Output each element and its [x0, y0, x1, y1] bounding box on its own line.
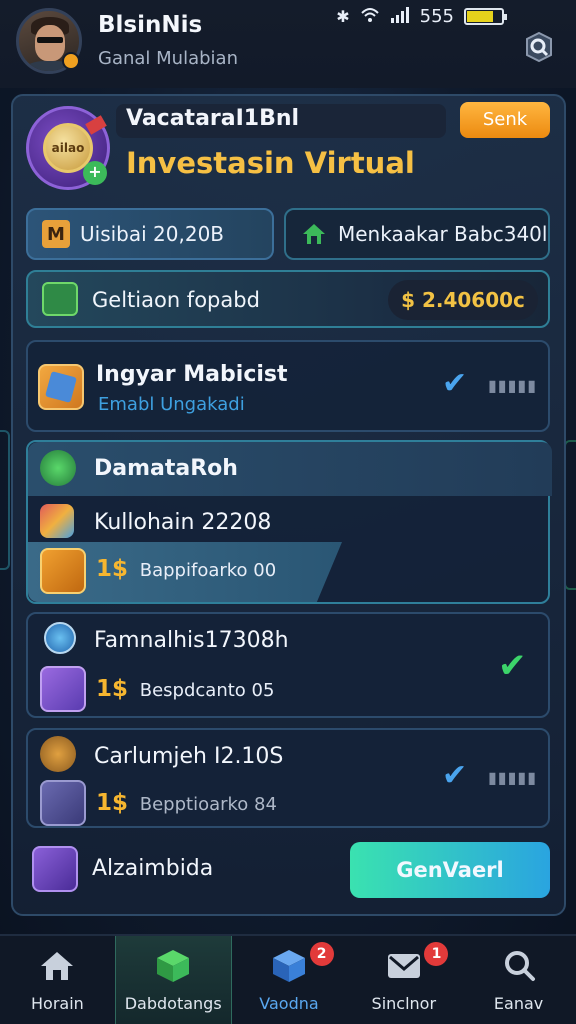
list-item[interactable]: Ingyar Mabicist Emabl Ungakadi ✔ ▮▮▮▮▮ [26, 340, 550, 432]
footer-label: Alzaimbida [92, 856, 214, 881]
battery-icon [464, 8, 507, 25]
home-icon [37, 948, 77, 984]
plus-icon: + [83, 161, 107, 185]
check-icon: ✔ [498, 646, 527, 686]
box-icon [40, 548, 86, 594]
gem-icon [40, 450, 76, 486]
signal-bars-icon: ▮▮▮▮▮ [488, 768, 538, 787]
balance-row[interactable]: Geltiaon fopabd $ 2.40600c [26, 270, 550, 328]
check-icon: ✔ [442, 758, 468, 793]
nav-item-box[interactable]: 2 Vaodna [232, 936, 347, 1024]
nav-item-search[interactable]: Eanav [461, 936, 576, 1024]
item-price: 1$ [96, 556, 129, 582]
send-button[interactable]: Senk [460, 102, 550, 138]
chart-m-icon: M [42, 220, 70, 248]
stack-icon [32, 846, 78, 892]
balance-amount: $ 2.40600c [388, 280, 538, 320]
layers-icon [40, 780, 86, 826]
nav-item-mail[interactable]: 1 Sinclnor [346, 936, 461, 1024]
bottom-nav: Horain Dabdotangs 2 Vaodna 1 Sinclnor Ea… [0, 934, 576, 1024]
nav-label: Horain [31, 994, 84, 1013]
house-up-icon [300, 220, 328, 248]
list-item[interactable]: Famnalhis‌17308h 1$ Bespdcanto 05 ✔ [26, 612, 550, 718]
stat-right-text: Menkaakar Bab‌c340l [338, 222, 548, 246]
gears-icon [40, 736, 76, 772]
wallet-icon [42, 282, 78, 316]
battery-text: 555 [419, 6, 454, 27]
nav-label: Dabdotangs [124, 994, 222, 1013]
stat-left-text: Uisibai 20,20B [80, 222, 225, 246]
globe-icon [44, 622, 76, 654]
avatar-status-badge [62, 52, 80, 70]
stat-left[interactable]: M Uisibai 20,20B [26, 208, 274, 260]
app-subtitle: Ganal Mulabian [98, 48, 238, 69]
list-item[interactable]: Carlumjeh I2.10S 1$ Bepptioarko 84 ✔ ▮▮▮… [26, 728, 550, 828]
item-subtitle: Emabl Ungakadi [98, 394, 245, 415]
stat-right[interactable]: Menkaakar Bab‌c340l [284, 208, 550, 260]
notification-badge: 2 [309, 942, 334, 966]
list-item[interactable]: DamataRoh Kullohain 22208 1$ Bappifoarko… [26, 440, 552, 604]
notification-badge: 1 [424, 942, 449, 966]
app-header: BlsinNis Ganal Mulabian ✱ 555 [0, 0, 576, 88]
item-price: 1$ [96, 676, 129, 702]
wifi-icon [360, 7, 380, 27]
card-headline: Investasin Virtual [126, 146, 415, 180]
circuit-line-left [0, 430, 10, 570]
item-title: Famnalhis‌17308h [94, 628, 289, 653]
puzzle-icon [40, 504, 74, 538]
search-icon[interactable] [522, 30, 556, 64]
nav-label: Vaodna [259, 994, 319, 1013]
nav-label: Eanav [493, 994, 544, 1013]
item-subtitle: Bespdcanto 05 [139, 680, 275, 701]
item-subtitle: Bappifoarko 00 [139, 560, 277, 581]
coin-badge: ailao + [26, 106, 110, 190]
check-icon: ✔ [442, 366, 468, 401]
rocket-icon [40, 666, 86, 712]
nav-item-dashboard[interactable]: Dabdotangs [114, 936, 232, 1024]
search-icon [499, 948, 539, 984]
box-icon [269, 948, 309, 984]
generate-button[interactable]: GenVaerl [350, 842, 550, 898]
cube-icon [38, 364, 84, 410]
nav-label: Sinclnor [371, 994, 437, 1013]
item-price: 1$ [96, 790, 129, 816]
item-title: Ingyar Mabicist [96, 362, 288, 387]
item-title: Carlumjeh I2.10S [94, 744, 284, 769]
top-label: VacataraI‌1Bnl [126, 106, 300, 131]
item-title: DamataRoh [94, 456, 238, 481]
signal-icon [390, 6, 410, 27]
cube-stack-icon [153, 948, 193, 984]
status-bar: ✱ 555 [336, 6, 507, 27]
signal-bars-icon: ▮▮▮▮▮ [488, 376, 538, 395]
mail-icon [384, 948, 424, 984]
app-title: BlsinNis [98, 12, 203, 38]
bluetooth-icon: ✱ [336, 7, 350, 26]
item-detail: Kullohain 22208 [94, 510, 272, 535]
balance-label: Geltiaon fopabd [92, 288, 260, 312]
nav-item-home[interactable]: Horain [0, 936, 115, 1024]
item-subtitle: Bepptioarko 84 [139, 794, 277, 815]
